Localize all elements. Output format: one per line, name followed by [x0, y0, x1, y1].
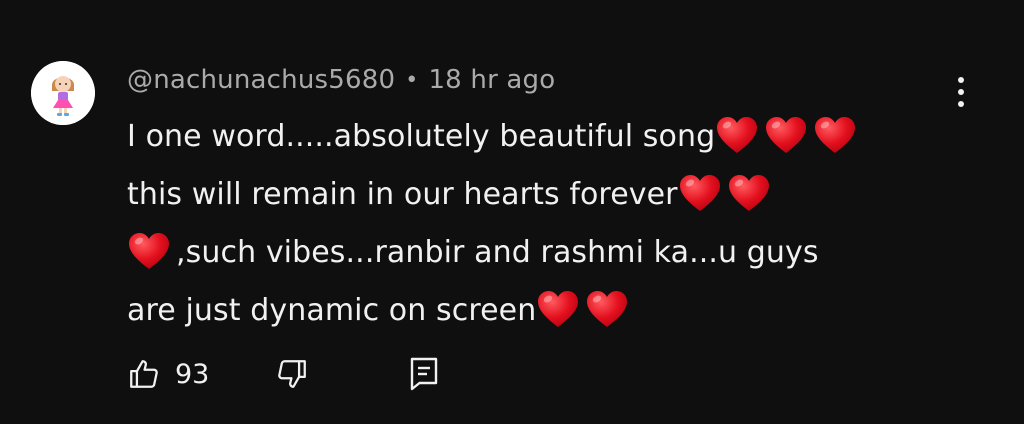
comment-text: I one word.....absolutely beautiful song…	[127, 108, 947, 340]
comment-timestamp[interactable]: 18 hr ago	[428, 65, 555, 95]
comment-line-3: ,such vibes...ranbir and rashmi ka...u g…	[127, 224, 947, 282]
dislike-button[interactable]	[275, 352, 309, 396]
more-vertical-icon	[958, 77, 964, 83]
cartoon-girl-avatar-icon	[31, 61, 95, 125]
more-options-button[interactable]	[944, 72, 978, 112]
like-button[interactable]: 93	[127, 352, 209, 396]
comment-header: @nachunachus5680 • 18 hr ago	[127, 62, 555, 98]
comment-line-text: ,such vibes...ranbir and rashmi ka...u g…	[176, 235, 819, 270]
comment-line-1: I one word.....absolutely beautiful song	[127, 108, 947, 166]
reply-button[interactable]	[409, 352, 439, 396]
red-heart-icon	[536, 289, 580, 329]
red-heart-icon	[764, 115, 808, 155]
author-avatar[interactable]	[31, 61, 95, 125]
more-vertical-icon-dot	[958, 89, 964, 95]
comment-actions: 93	[127, 352, 467, 396]
red-heart-icon	[727, 173, 771, 213]
comment-line-4: are just dynamic on screen	[127, 282, 947, 340]
more-vertical-icon-dot	[958, 101, 964, 107]
like-count: 93	[175, 358, 210, 390]
comment-line-text: this will remain in our hearts forever	[127, 177, 678, 212]
thumbs-up-icon	[130, 360, 158, 388]
comment-line-2: this will remain in our hearts forever	[127, 166, 947, 224]
red-heart-icon	[678, 173, 722, 213]
red-heart-icon	[585, 289, 629, 329]
comment-reply-icon	[410, 357, 438, 391]
comment: @nachunachus5680 • 18 hr ago I one word.…	[0, 0, 1024, 424]
comment-line-text: are just dynamic on screen	[127, 293, 537, 328]
red-heart-icon	[715, 115, 759, 155]
thumbs-down-icon	[278, 360, 306, 388]
red-heart-icon	[813, 115, 857, 155]
author-handle[interactable]: @nachunachus5680	[127, 65, 395, 95]
comment-line-text: I one word.....absolutely beautiful song	[127, 119, 716, 154]
red-heart-icon	[127, 231, 171, 271]
header-separator: •	[405, 67, 419, 93]
